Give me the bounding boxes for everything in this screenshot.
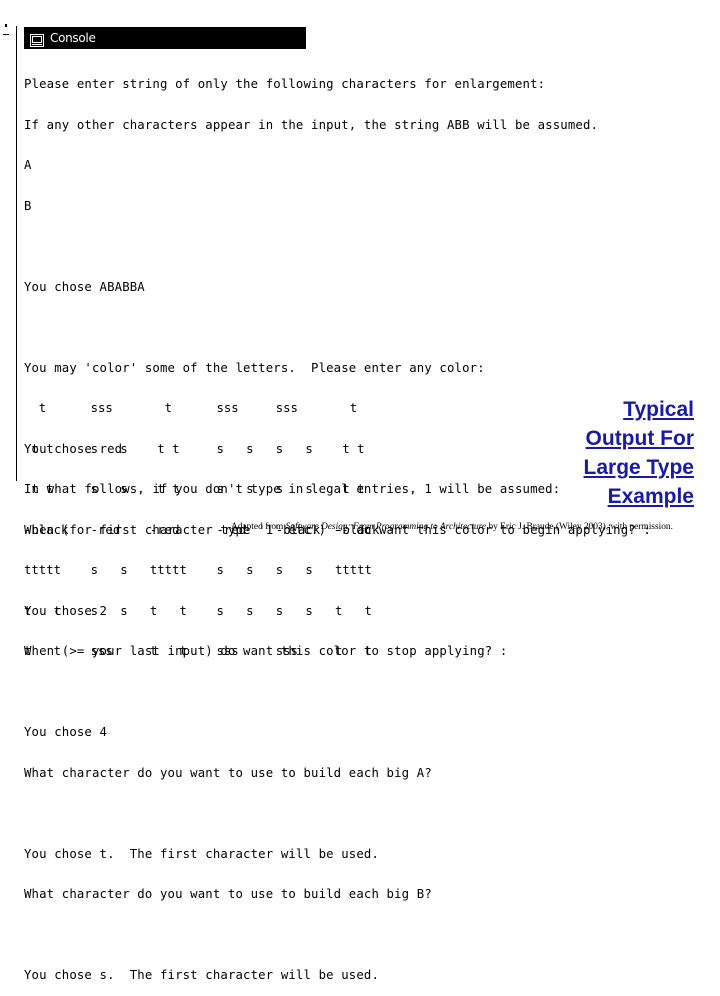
console-left-border (16, 26, 17, 481)
console-line: If any other characters appear in the in… (24, 117, 599, 132)
console-line: You chose 4 (24, 725, 108, 739)
window-title: Console (50, 31, 96, 45)
console-line: What character do you want to use to bui… (24, 887, 432, 901)
credit-book-title: Software Design: From Programming to Arc… (285, 522, 487, 532)
caption-line: Large Type (583, 456, 694, 479)
caption-line: Output For (585, 427, 694, 450)
big-letters-line: t t s s t t s s s s t t (24, 482, 365, 496)
console-line: You chose t. The first character will be… (24, 846, 380, 861)
console-title-bar[interactable]: Console (24, 27, 306, 49)
console-window-icon (30, 32, 44, 47)
caption-line: Example (607, 485, 694, 508)
console-line: You chose ABABBA (24, 279, 145, 294)
console-line: Please enter string of only the followin… (24, 77, 546, 91)
console-line: You chose s. The first character will be… (24, 968, 380, 982)
console-line: B (24, 198, 32, 213)
big-letters-line: t t sss t t sss sss t t (24, 644, 372, 658)
console-line: A (24, 158, 32, 172)
big-letters-line: t sss t sss sss t (24, 401, 358, 415)
caption-line: Typical (623, 398, 694, 421)
big-letters-line: ttttt s s ttttt s s s s ttttt (24, 563, 372, 577)
slide-caption: Typical Output For Large Type Example (584, 395, 694, 511)
slide-corner-mark (3, 24, 9, 38)
big-letters-line: t t s s t t s s s s t t (24, 441, 365, 456)
credit-line: Adapted from Software Design: From Progr… (231, 522, 673, 532)
console-line: What character do you want to use to bui… (24, 765, 432, 780)
console-line: You may 'color' some of the letters. Ple… (24, 360, 485, 375)
credit-prefix: Adapted from (231, 522, 286, 532)
credit-suffix: by Eric J. Braude (Wiley 2003), with per… (486, 522, 673, 532)
big-letters-line: t t s s t t s s s s t t (24, 603, 372, 618)
